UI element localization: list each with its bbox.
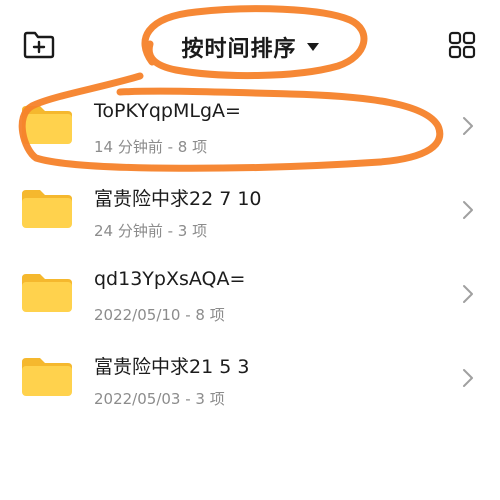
folder-list: ToPKYqpMLgA= 14 分钟前 - 8 项 富贵险中求22 7 10 2… <box>0 82 500 418</box>
folder-row[interactable]: qd13YpXsAQA= 2022/05/10 - 8 项 <box>0 250 500 334</box>
chevron-right-icon <box>463 201 473 219</box>
folder-icon <box>22 358 72 396</box>
folder-meta: 2022/05/10 - 8 项 <box>94 306 225 324</box>
sort-label: 按时间排序 <box>181 37 297 62</box>
chevron-right-icon <box>463 117 473 135</box>
new-folder-button[interactable] <box>22 30 56 60</box>
caret-down-icon <box>306 43 319 51</box>
folder-meta: 24 分钟前 - 3 项 <box>94 222 208 240</box>
folder-icon <box>22 190 72 228</box>
folder-meta: 14 分钟前 - 8 项 <box>94 138 208 156</box>
folder-row[interactable]: 富贵险中求21 5 3 2022/05/03 - 3 项 <box>0 334 500 418</box>
folder-row[interactable]: 富贵险中求22 7 10 24 分钟前 - 3 项 <box>0 166 500 250</box>
sort-dropdown[interactable]: 按时间排序 <box>165 30 335 64</box>
chevron-right-icon <box>463 369 473 387</box>
folder-name: ToPKYqpMLgA= <box>94 100 241 122</box>
folder-name: 富贵险中求21 5 3 <box>94 356 250 378</box>
folder-name: qd13YpXsAQA= <box>94 268 246 290</box>
toolbar: 按时间排序 <box>0 0 500 90</box>
folder-row[interactable]: ToPKYqpMLgA= 14 分钟前 - 8 项 <box>0 82 500 166</box>
folder-meta: 2022/05/03 - 3 项 <box>94 390 225 408</box>
grid-view-icon <box>448 31 476 59</box>
folder-plus-icon <box>23 31 55 59</box>
folder-name: 富贵险中求22 7 10 <box>94 188 262 210</box>
chevron-right-icon <box>463 285 473 303</box>
folder-icon <box>22 274 72 312</box>
folder-icon <box>22 106 72 144</box>
grid-view-button[interactable] <box>448 31 476 59</box>
